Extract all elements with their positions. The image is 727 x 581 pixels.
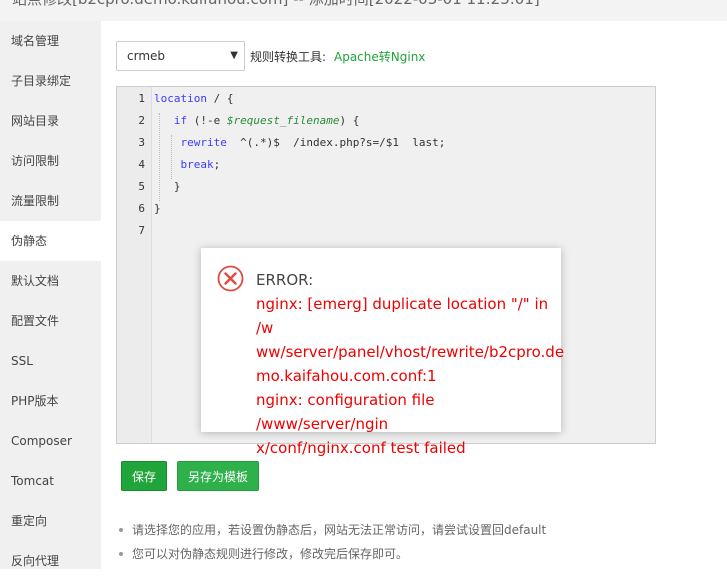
save-as-template-button[interactable]: 另存为模板 xyxy=(177,461,259,491)
sidebar-item-domain[interactable]: 域名管理 xyxy=(0,21,101,61)
apache-to-nginx-link[interactable]: Apache转Nginx xyxy=(334,48,425,65)
window-title: 站点修改[b2cpro.demo.kaifahou.com] -- 添加时间[2… xyxy=(12,0,540,8)
sidebar-item-config-file[interactable]: 配置文件 xyxy=(0,301,101,341)
line-number: 4 xyxy=(138,158,145,171)
chevron-down-icon: ▼ xyxy=(230,50,238,61)
tips-list: 请选择您的应用，若设置伪静态后，网站无法正常访问，请尝试设置回default 您… xyxy=(119,518,546,566)
error-line: ww/server/panel/vhost/rewrite/b2cpro.de xyxy=(256,343,565,361)
code-line-6: } xyxy=(154,202,161,215)
sidebar-item-rewrite[interactable]: 伪静态 xyxy=(0,221,101,261)
sidebar-item-access-limit[interactable]: 访问限制 xyxy=(0,141,101,181)
sidebar-item-tomcat[interactable]: Tomcat xyxy=(0,461,101,501)
sidebar-item-reverse-proxy[interactable]: 反向代理 xyxy=(0,541,101,581)
error-title: ERROR: xyxy=(256,271,314,289)
line-gutter: 1 2 3 4 5 6 7 xyxy=(117,87,152,443)
tool-label: 规则转换工具: xyxy=(250,50,327,64)
tip-item: 您可以对伪静态规则进行修改，修改完后保存即可。 xyxy=(119,542,546,566)
error-line: x/conf/nginx.conf test failed xyxy=(256,439,466,457)
code-line-5: } xyxy=(154,180,181,193)
line-number: 1 xyxy=(138,92,145,105)
sidebar-item-traffic-limit[interactable]: 流量限制 xyxy=(0,181,101,221)
line-number: 3 xyxy=(138,136,145,149)
error-line: nginx: [emerg] duplicate location "/" in… xyxy=(256,295,549,337)
line-number: 5 xyxy=(138,180,145,193)
sidebar: 域名管理 子目录绑定 网站目录 访问限制 流量限制 伪静态 默认文档 配置文件 … xyxy=(0,21,101,569)
line-number: 6 xyxy=(138,202,145,215)
sidebar-item-composer[interactable]: Composer xyxy=(0,421,101,461)
error-dialog: ERROR: nginx: [emerg] duplicate location… xyxy=(201,248,564,457)
select-value: crmeb xyxy=(127,49,166,63)
sidebar-item-ssl[interactable]: SSL xyxy=(0,341,101,381)
window-title-bar: 站点修改[b2cpro.demo.kaifahou.com] -- 添加时间[2… xyxy=(0,0,727,21)
tip-item: 请选择您的应用，若设置伪静态后，网站无法正常访问，请尝试设置回default xyxy=(119,518,546,542)
sidebar-item-php-version[interactable]: PHP版本 xyxy=(0,381,101,421)
error-line: mo.kaifahou.com.conf:1 xyxy=(256,367,437,385)
save-button[interactable]: 保存 xyxy=(121,461,167,491)
line-number: 2 xyxy=(138,114,145,127)
code-line-1: location / { xyxy=(154,92,234,105)
line-number: 7 xyxy=(138,224,145,237)
code-line-4: break; xyxy=(180,158,221,171)
error-line: nginx: configuration file /www/server/ng… xyxy=(256,391,435,433)
sidebar-item-subdir[interactable]: 子目录绑定 xyxy=(0,61,101,101)
sidebar-item-redirect[interactable]: 重定向 xyxy=(0,501,101,541)
error-message: ERROR: nginx: [emerg] duplicate location… xyxy=(256,268,565,460)
error-x-icon xyxy=(217,265,244,292)
sidebar-item-site-dir[interactable]: 网站目录 xyxy=(0,101,101,141)
code-line-2: if (!-e $request_filename) { xyxy=(173,114,360,127)
rewrite-template-select[interactable]: crmeb ▼ xyxy=(116,41,245,71)
code-line-3: rewrite ^(.*)$ /index.php?s=/$1 last; xyxy=(180,136,446,149)
sidebar-item-default-doc[interactable]: 默认文档 xyxy=(0,261,101,301)
